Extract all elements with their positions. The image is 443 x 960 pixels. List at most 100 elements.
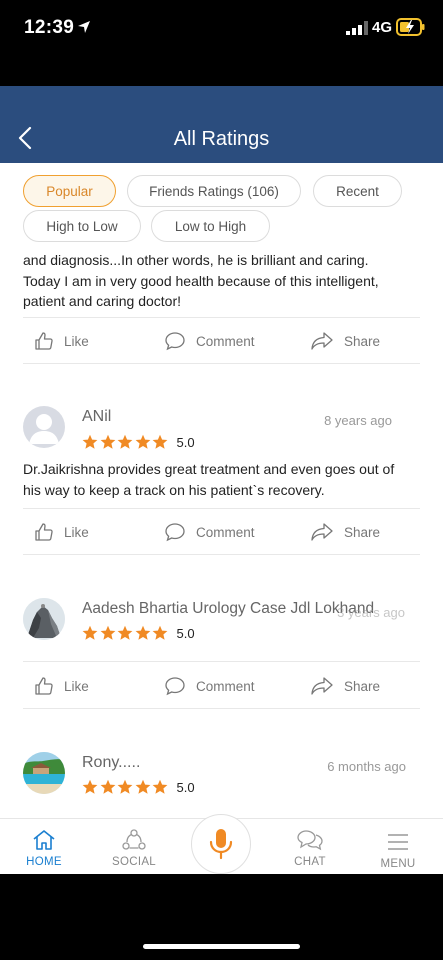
comment-label: Comment: [196, 524, 255, 540]
review-text-line: Dr.Jaikrishna provides great treatment a…: [23, 461, 395, 477]
network-type: 4G: [372, 19, 393, 36]
filter-bar: Popular Friends Ratings (106) Recent Hig…: [0, 163, 443, 252]
star-rating: 5.0: [82, 625, 195, 641]
like-label: Like: [64, 524, 89, 540]
star-icon: [100, 779, 115, 794]
signal-icon: [346, 21, 368, 35]
filter-popular[interactable]: Popular: [23, 175, 116, 207]
star-icon: [152, 779, 168, 794]
star-rating: 5.0: [82, 779, 195, 795]
star-icon: [152, 625, 168, 640]
comment-button[interactable]: Comment: [164, 319, 255, 363]
status-gap: [0, 56, 443, 86]
review-text-line: and diagnosis...In other words, he is br…: [23, 252, 369, 268]
tab-menu-label: MENU: [380, 858, 416, 870]
star-rating: 5.0: [82, 434, 195, 450]
review-text: Dr.Jaikrishna provides great treatment a…: [23, 459, 423, 500]
star-icon: [135, 779, 150, 794]
tab-chat[interactable]: CHAT: [288, 819, 332, 875]
tab-social[interactable]: SOCIAL: [108, 819, 160, 875]
tab-menu[interactable]: MENU: [376, 819, 420, 875]
comment-icon: [165, 332, 185, 351]
star-icon: [82, 779, 98, 794]
status-bar: 12:39 4G: [0, 0, 443, 56]
star-icon: [152, 434, 168, 449]
star-icon: [117, 434, 133, 449]
comment-icon: [165, 523, 185, 542]
like-button[interactable]: Like: [34, 319, 89, 363]
menu-icon: [388, 834, 408, 850]
review-text-line: his way to keep a track on his patient`s…: [23, 481, 325, 498]
rating-value: 5.0: [176, 625, 195, 641]
chat-icon: [297, 830, 323, 851]
review-text-line: patient and caring doctor!: [23, 293, 181, 309]
rating-value: 5.0: [176, 434, 195, 450]
app-header: All Ratings: [0, 86, 443, 163]
star-icon: [135, 625, 150, 640]
share-icon: [311, 523, 333, 541]
like-label: Like: [64, 678, 89, 694]
star-icon: [100, 625, 115, 640]
page-title: All Ratings: [173, 128, 270, 150]
bottom-tab-bar: HOME SOCIAL CHAT MENU: [0, 814, 443, 875]
divider: [23, 708, 420, 709]
reviewer-name[interactable]: ANil: [82, 408, 111, 426]
share-label: Share: [344, 678, 381, 694]
filter-recent[interactable]: Recent: [313, 175, 402, 207]
review-text: and diagnosis...In other words, he is br…: [23, 250, 423, 312]
like-label: Like: [64, 333, 89, 349]
reviewer-name[interactable]: Aadesh Bhartia Urology Case Jdl Lokhand: [82, 600, 374, 618]
default-user-icon: [29, 414, 59, 444]
thumbs-up-icon: [35, 677, 53, 695]
share-icon: [311, 332, 333, 350]
comment-label: Comment: [196, 678, 255, 694]
review-time: 3 years ago: [337, 605, 405, 620]
thumbs-up-icon: [35, 332, 53, 350]
divider: [23, 363, 420, 364]
tab-social-label: SOCIAL: [112, 856, 156, 868]
share-button[interactable]: Share: [310, 510, 380, 554]
tab-home-label: HOME: [26, 856, 62, 868]
filter-friends-ratings[interactable]: Friends Ratings (106): [127, 175, 301, 207]
filter-low-to-high[interactable]: Low to High: [151, 210, 270, 242]
beach-resort-photo: [23, 752, 65, 794]
filter-high-to-low[interactable]: High to Low: [23, 210, 141, 242]
home-icon: [33, 830, 55, 850]
review-text-line: Today I am in very good health because o…: [23, 272, 379, 289]
star-icon: [117, 625, 133, 640]
location-arrow-icon: [78, 21, 90, 33]
share-button[interactable]: Share: [310, 319, 380, 363]
like-button[interactable]: Like: [34, 664, 89, 708]
review-time: 8 years ago: [324, 413, 392, 428]
comment-label: Comment: [196, 333, 255, 349]
avatar[interactable]: [23, 598, 65, 640]
tab-chat-label: CHAT: [294, 856, 326, 868]
ratings-content[interactable]: Popular Friends Ratings (106) Recent Hig…: [0, 163, 443, 818]
star-icon: [135, 434, 150, 449]
thumbs-up-icon: [35, 523, 53, 541]
star-icon: [82, 434, 98, 449]
like-button[interactable]: Like: [34, 510, 89, 554]
reviewer-name[interactable]: Rony.....: [82, 754, 140, 772]
divider: [23, 554, 420, 555]
divider: [23, 508, 420, 509]
home-indicator[interactable]: [143, 944, 300, 949]
voice-search-button[interactable]: [191, 814, 251, 874]
share-label: Share: [344, 333, 381, 349]
microphone-icon: [209, 829, 233, 860]
avatar[interactable]: [23, 406, 65, 448]
avatar[interactable]: [23, 752, 65, 794]
divider: [23, 317, 420, 318]
share-button[interactable]: Share: [310, 664, 380, 708]
comment-button[interactable]: Comment: [164, 664, 255, 708]
comment-button[interactable]: Comment: [164, 510, 255, 554]
tab-home[interactable]: HOME: [22, 819, 66, 875]
review-actions: Like Comment Share: [0, 319, 443, 363]
review-time: 6 months ago: [327, 759, 406, 774]
rating-value: 5.0: [176, 779, 195, 795]
star-icon: [82, 625, 98, 640]
share-icon: [311, 677, 333, 695]
rock-formation-photo: [23, 598, 65, 640]
share-label: Share: [344, 524, 381, 540]
social-icon: [122, 829, 146, 850]
